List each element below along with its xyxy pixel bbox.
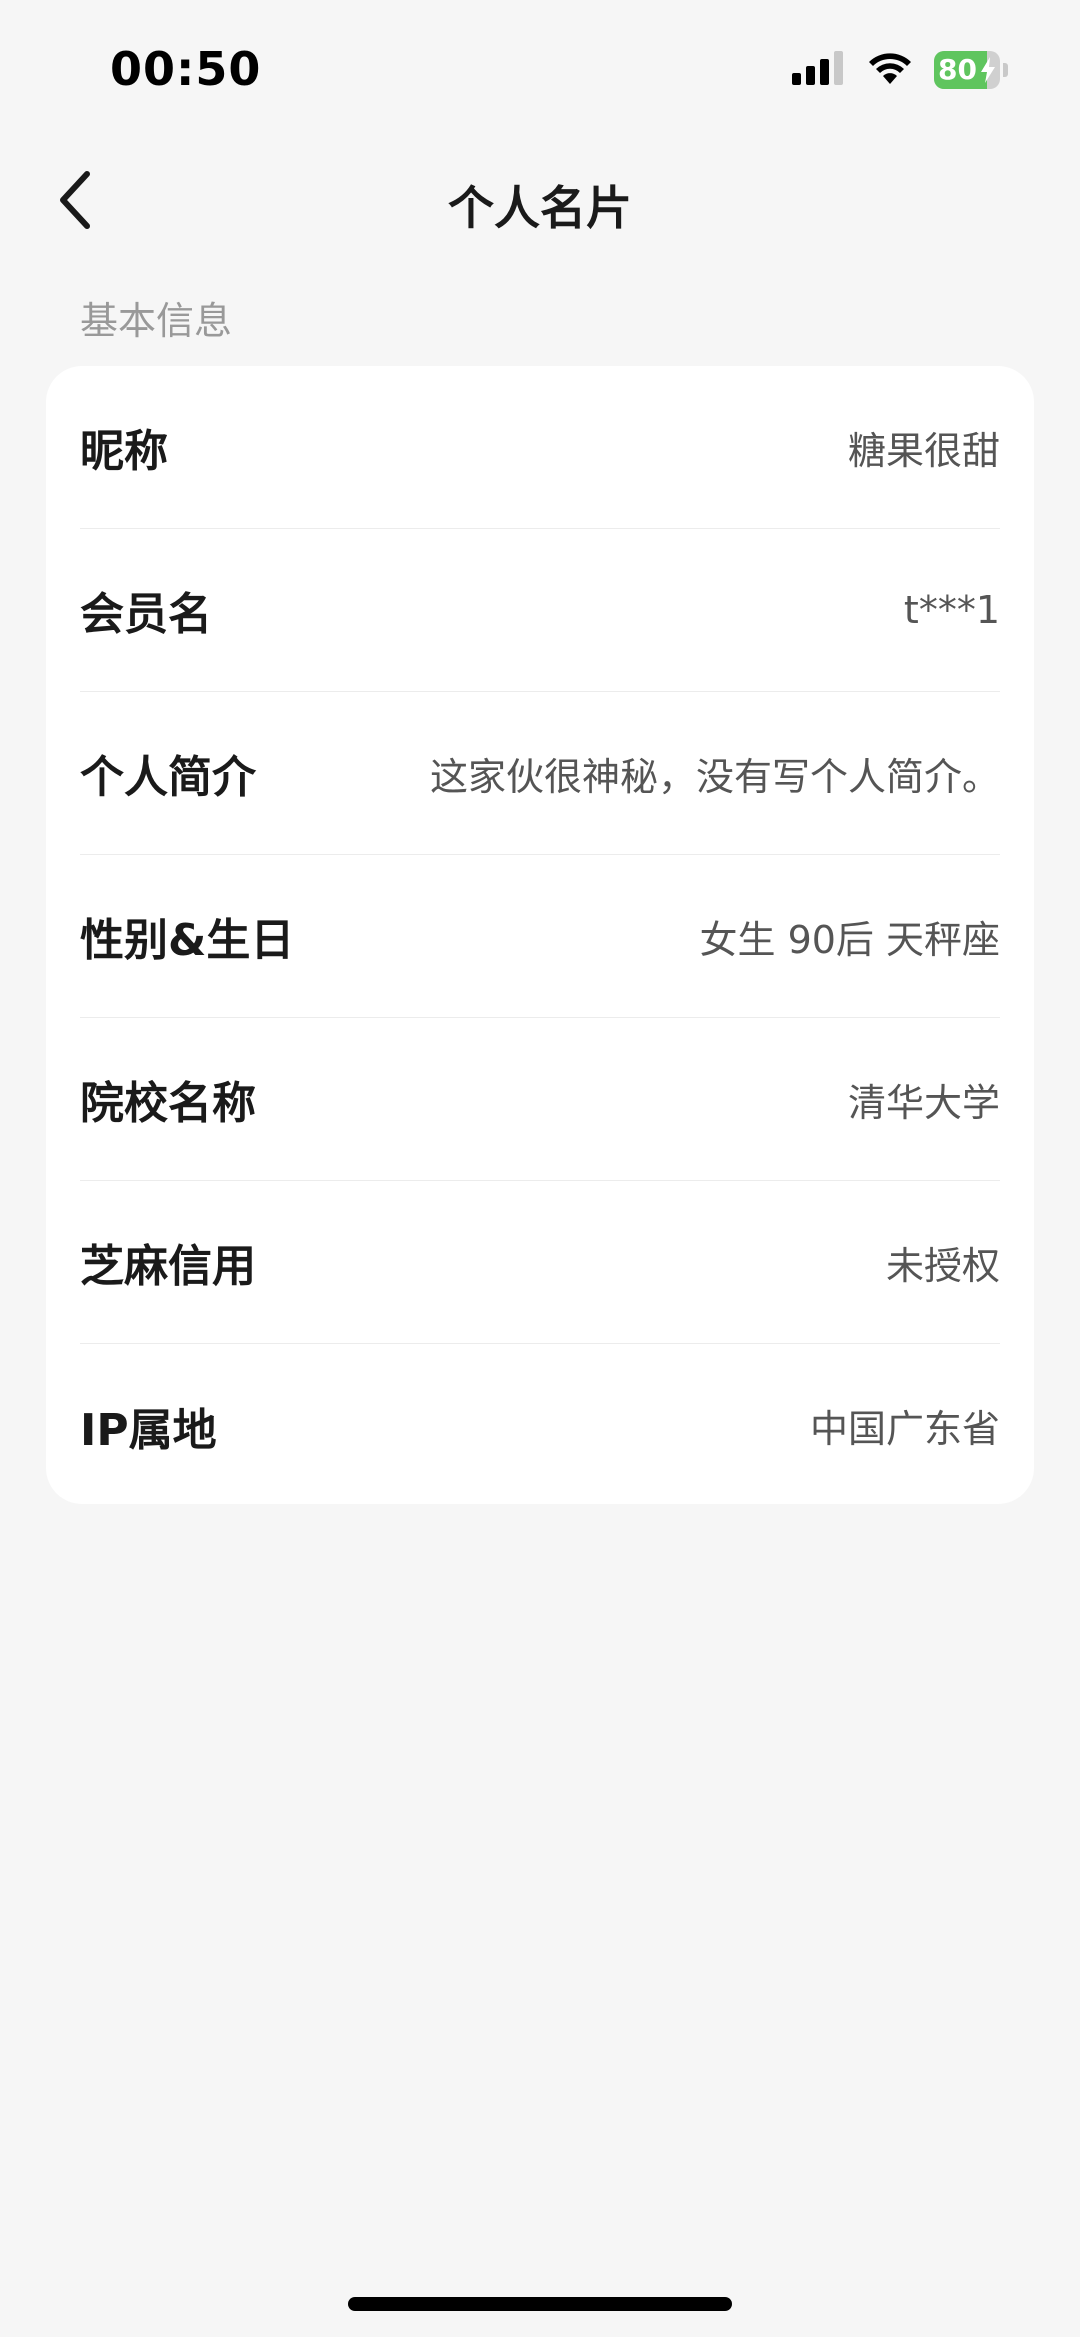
charging-bolt-icon bbox=[981, 57, 995, 83]
row-label: 性别&生日 bbox=[80, 915, 295, 966]
status-time: 00:50 bbox=[110, 42, 262, 96]
row-value: 未授权 bbox=[885, 1243, 1000, 1288]
page-title: 个人名片 bbox=[448, 181, 632, 235]
row-member-name[interactable]: 会员名 t***1 bbox=[80, 529, 1000, 692]
row-value: 中国广东省 bbox=[809, 1407, 1000, 1451]
row-label: 昵称 bbox=[80, 426, 168, 477]
battery-charging-icon: 80 bbox=[934, 51, 1008, 89]
row-label: IP属地 bbox=[80, 1404, 217, 1456]
battery-level: 80 bbox=[938, 53, 977, 86]
row-school[interactable]: 院校名称 清华大学 bbox=[80, 1018, 1000, 1181]
row-sesame-credit[interactable]: 芝麻信用 未授权 bbox=[80, 1181, 1000, 1344]
row-label: 院校名称 bbox=[80, 1078, 256, 1129]
row-value: 这家伙很神秘，没有写个人简介。 bbox=[429, 754, 1000, 799]
status-bar: 00:50 80 bbox=[0, 0, 1080, 130]
row-label: 会员名 bbox=[80, 589, 212, 640]
profile-info-card: 昵称 糖果很甜 会员名 t***1 个人简介 这家伙很神秘，没有写个人简介。 性… bbox=[46, 366, 1034, 1504]
section-label-basic-info: 基本信息 bbox=[80, 299, 233, 343]
row-gender-birthday[interactable]: 性别&生日 女生 90后 天秤座 bbox=[80, 855, 1000, 1018]
row-value: 女生 90后 天秤座 bbox=[699, 917, 1000, 962]
row-label: 芝麻信用 bbox=[80, 1241, 256, 1292]
home-indicator[interactable] bbox=[348, 2297, 732, 2311]
row-nickname[interactable]: 昵称 糖果很甜 bbox=[80, 366, 1000, 529]
row-value: 清华大学 bbox=[847, 1080, 1000, 1125]
row-value: t***1 bbox=[903, 588, 1000, 632]
cellular-signal-icon bbox=[792, 51, 846, 89]
row-value: 糖果很甜 bbox=[847, 428, 1000, 473]
nav-bar: 个人名片 bbox=[0, 150, 1080, 250]
row-ip-location[interactable]: IP属地 中国广东省 bbox=[80, 1344, 1000, 1507]
row-bio[interactable]: 个人简介 这家伙很神秘，没有写个人简介。 bbox=[80, 692, 1000, 855]
wifi-icon bbox=[866, 50, 914, 90]
status-icons: 80 bbox=[792, 50, 1008, 90]
row-label: 个人简介 bbox=[80, 752, 256, 803]
